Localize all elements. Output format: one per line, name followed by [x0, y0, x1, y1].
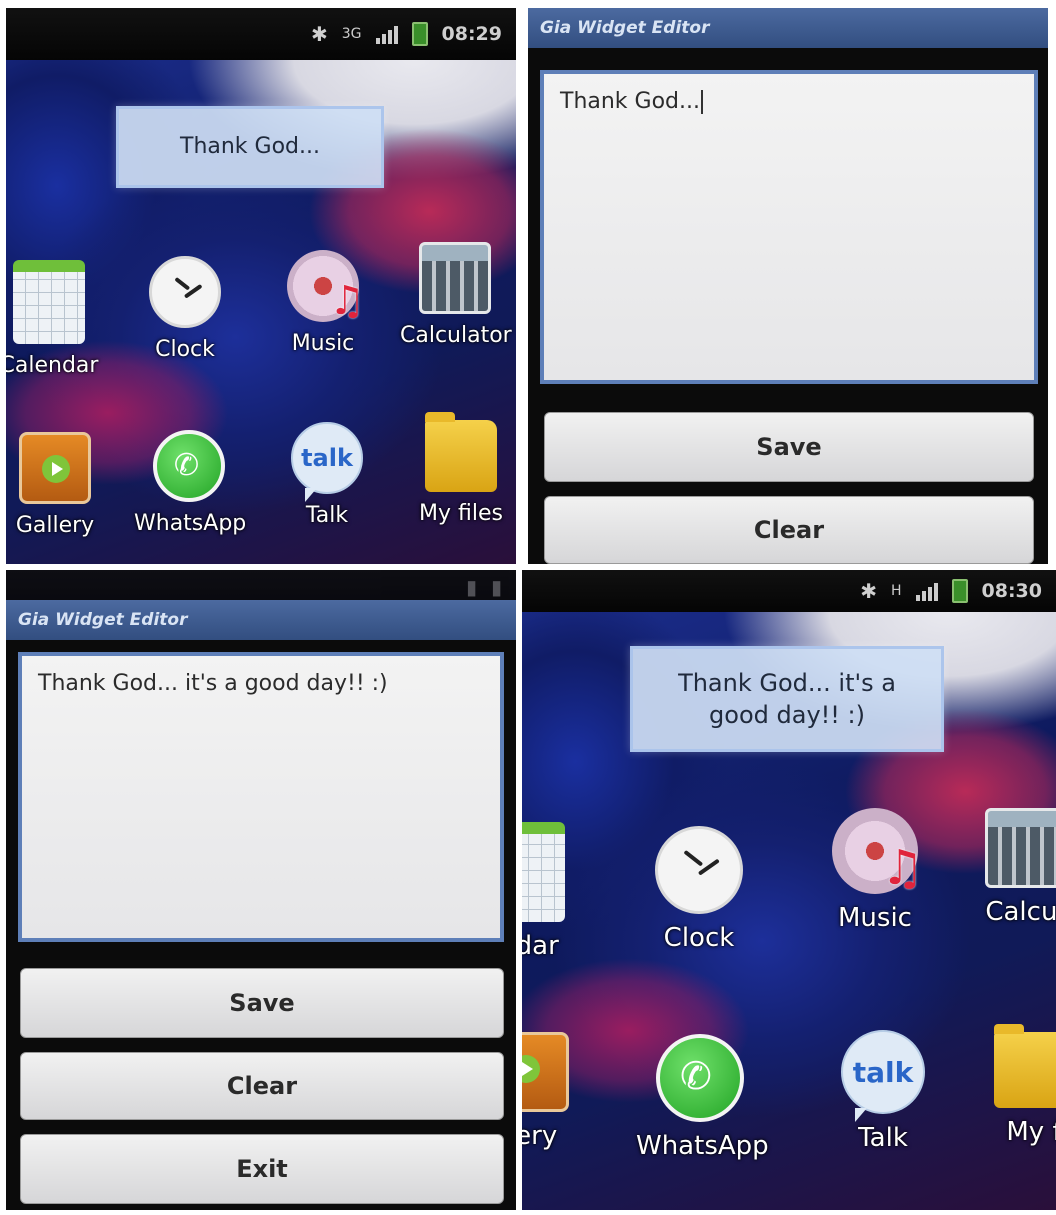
- bluetooth-icon: ✱: [860, 579, 877, 603]
- folder-icon: [425, 412, 497, 492]
- editor-title-bar: Gia Widget Editor: [528, 8, 1048, 48]
- app-my-files[interactable]: My f: [984, 1024, 1056, 1148]
- app-label: My f: [1006, 1117, 1056, 1147]
- widget-text-value: Thank God... it's a good day!! :): [38, 671, 388, 696]
- folder-icon: [994, 1024, 1056, 1108]
- music-icon: ♫: [832, 808, 924, 896]
- clear-button[interactable]: Clear: [20, 1052, 504, 1120]
- app-whatsapp[interactable]: ✆ WhatsApp: [130, 430, 248, 537]
- status-time: 08:30: [981, 580, 1042, 602]
- clock-icon: [149, 256, 221, 328]
- app-gallery[interactable]: Gallery: [6, 432, 114, 539]
- calendar-icon: [13, 260, 85, 344]
- widget-text-value: Thank God...: [560, 89, 700, 114]
- calculator-icon: [419, 242, 491, 314]
- status-bar: ✱ 3G 08:29: [6, 8, 516, 60]
- talk-icon: talk: [291, 422, 363, 502]
- app-label: Calculator: [400, 323, 512, 348]
- editor-title: Gia Widget Editor: [18, 610, 188, 630]
- status-bar: ▮ ▮: [6, 570, 516, 604]
- widget-text-input[interactable]: Thank God... it's a good day!! :): [18, 652, 504, 942]
- save-button-label: Save: [229, 989, 295, 1017]
- app-gallery[interactable]: llery: [522, 1032, 588, 1152]
- clear-button[interactable]: Clear: [544, 496, 1034, 564]
- app-label: My files: [419, 501, 503, 526]
- battery-icon: ▮: [490, 575, 502, 599]
- calendar-icon: [522, 822, 565, 922]
- talk-icon: talk: [841, 1030, 925, 1122]
- app-label: Clock: [663, 923, 735, 953]
- app-label: WhatsApp: [134, 511, 247, 536]
- screenshot-collage: ✱ 3G 08:29 Thank God... Calendar Clock ♫…: [0, 0, 1056, 1215]
- app-label: WhatsApp: [636, 1131, 769, 1161]
- widget-text: Thank God...: [180, 134, 320, 159]
- app-talk[interactable]: talk Talk: [268, 422, 386, 529]
- exit-button[interactable]: Exit: [20, 1134, 504, 1204]
- app-clock[interactable]: Clock: [126, 256, 244, 363]
- battery-icon: [951, 579, 968, 603]
- gallery-icon: [522, 1032, 569, 1112]
- app-calendar[interactable]: endar: [522, 822, 580, 962]
- calculator-icon: [985, 808, 1056, 888]
- app-label: Calendar: [6, 353, 99, 378]
- status-time: 08:29: [441, 23, 502, 45]
- app-label: Music: [291, 331, 355, 356]
- signal-strength-icon: [375, 24, 398, 44]
- music-icon: ♫: [287, 250, 365, 324]
- exit-button-label: Exit: [236, 1155, 288, 1183]
- status-bar: ✱ H 08:30: [522, 570, 1056, 612]
- widget-editor-initial: Gia Widget Editor Thank God... Save Clea…: [528, 8, 1048, 564]
- clear-button-label: Clear: [753, 516, 825, 544]
- clock-icon: [655, 826, 743, 914]
- app-label: Talk: [858, 1123, 908, 1153]
- widget-text-input[interactable]: Thank God...: [540, 70, 1038, 384]
- app-calendar[interactable]: Calendar: [6, 260, 108, 379]
- text-cursor: [701, 90, 703, 114]
- app-talk[interactable]: talk Talk: [818, 1030, 948, 1154]
- editor-window: Gia Widget Editor Thank God... it's a go…: [6, 600, 516, 1210]
- app-calculator[interactable]: Calculator: [396, 242, 514, 349]
- save-button[interactable]: Save: [544, 412, 1034, 482]
- app-calculator[interactable]: Calcul: [970, 808, 1056, 928]
- home-wallpaper[interactable]: Thank God... it's a good day!! :) endar …: [522, 612, 1056, 1210]
- app-music[interactable]: ♫ Music: [810, 808, 940, 934]
- battery-icon: [411, 22, 428, 46]
- editor-window: Gia Widget Editor Thank God... Save Clea…: [528, 8, 1048, 564]
- gallery-icon: [19, 432, 91, 504]
- bluetooth-icon: ✱: [310, 22, 328, 46]
- app-clock[interactable]: Clock: [634, 826, 764, 954]
- signal-strength-icon: [915, 581, 938, 601]
- app-label: endar: [522, 931, 559, 961]
- app-label: llery: [522, 1121, 558, 1151]
- app-whatsapp[interactable]: ✆ WhatsApp: [632, 1034, 769, 1162]
- widget-text: Thank God... it's a good day!! :): [678, 669, 896, 729]
- app-label: Talk: [305, 503, 349, 528]
- app-label: Calcul: [985, 897, 1056, 927]
- network-type-indicator: 3G: [341, 26, 362, 42]
- editor-title-bar: Gia Widget Editor: [6, 600, 516, 640]
- home-screen-before: ✱ 3G 08:29 Thank God... Calendar Clock ♫…: [6, 8, 516, 564]
- app-my-files[interactable]: My files: [402, 412, 516, 527]
- gia-text-widget[interactable]: Thank God...: [116, 106, 384, 188]
- save-button-label: Save: [756, 433, 822, 461]
- whatsapp-icon: ✆: [656, 1034, 744, 1122]
- whatsapp-icon: ✆: [153, 430, 225, 502]
- app-music[interactable]: ♫ Music: [264, 250, 382, 357]
- save-button[interactable]: Save: [20, 968, 504, 1038]
- editor-title: Gia Widget Editor: [540, 18, 710, 38]
- home-screen-after: ✱ H 08:30 Thank God... it's a good day!!…: [522, 570, 1056, 1210]
- widget-editor-updated: ▮ ▮ Gia Widget Editor Thank God... it's …: [6, 570, 516, 1210]
- app-label: Gallery: [15, 513, 95, 538]
- signal-strength-icon: ▮: [465, 575, 477, 599]
- app-label: Clock: [155, 337, 215, 362]
- network-type-indicator: H: [890, 583, 902, 599]
- home-wallpaper[interactable]: Thank God... Calendar Clock ♫ Music Calc…: [6, 60, 516, 564]
- clear-button-label: Clear: [226, 1072, 298, 1100]
- app-label: Music: [838, 903, 912, 933]
- gia-text-widget[interactable]: Thank God... it's a good day!! :): [630, 646, 944, 752]
